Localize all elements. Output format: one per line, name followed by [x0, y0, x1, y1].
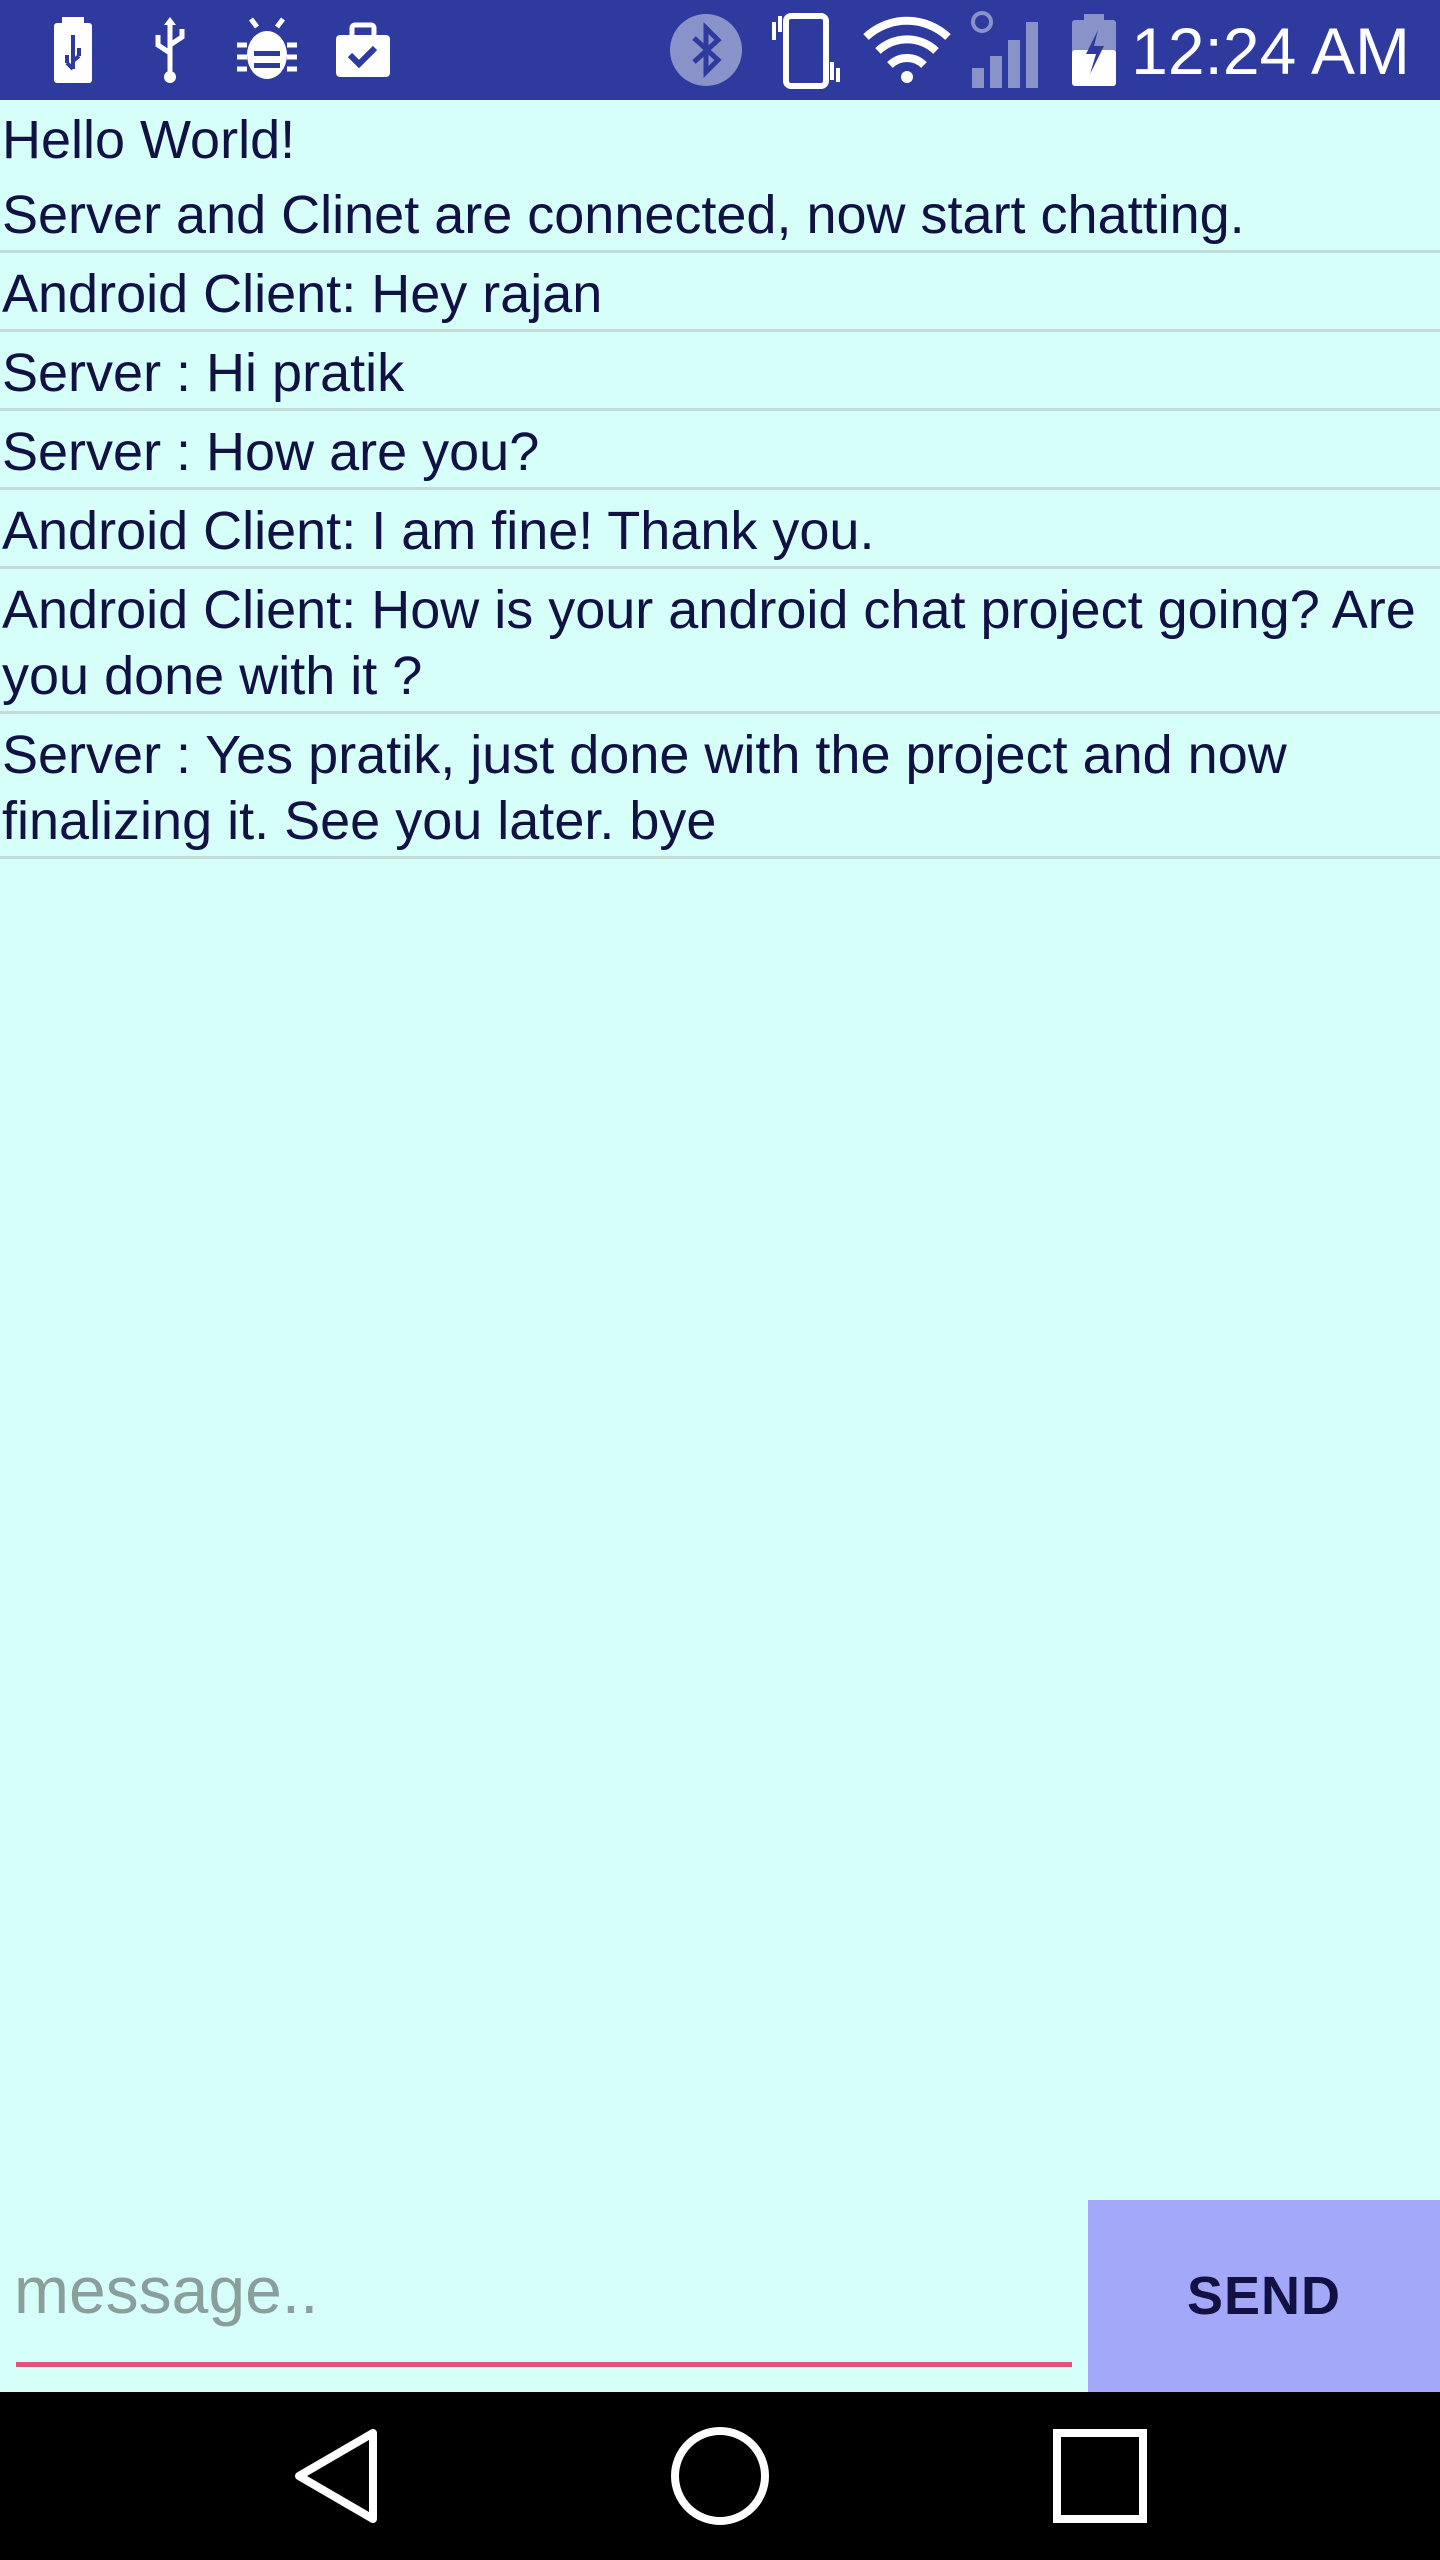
debug-bug-icon — [232, 10, 302, 90]
chat-message: Android Client: How is your android chat… — [0, 569, 1440, 714]
usb-icon — [145, 10, 195, 90]
navigation-bar — [0, 2392, 1440, 2560]
wifi-icon — [862, 10, 952, 90]
work-briefcase-icon — [332, 10, 394, 90]
cellular-signal-icon — [966, 10, 1050, 90]
battery-usb-icon — [50, 10, 100, 90]
chat-message: Server and Clinet are connected, now sta… — [0, 176, 1440, 253]
message-input[interactable] — [14, 2240, 1072, 2340]
vibrate-icon — [766, 10, 846, 90]
bluetooth-icon — [668, 10, 744, 90]
chat-message: Server : Yes pratik, just done with the … — [0, 714, 1440, 859]
status-bar: 12:24 AM — [0, 0, 1440, 100]
recents-icon[interactable] — [1040, 2416, 1160, 2536]
chat-transcript: Hello World! Server and Clinet are conne… — [0, 100, 1440, 859]
message-composer — [0, 2200, 1088, 2392]
input-underline — [16, 2362, 1072, 2367]
chat-message: Server : Hi pratik — [0, 332, 1440, 411]
chat-message: Android Client: Hey rajan — [0, 253, 1440, 332]
home-icon[interactable] — [660, 2416, 780, 2536]
battery-charging-icon — [1066, 10, 1122, 90]
chat-message: Server : How are you? — [0, 411, 1440, 490]
send-button[interactable]: SEND — [1088, 2200, 1440, 2392]
chat-message: Android Client: I am fine! Thank you. — [0, 490, 1440, 569]
back-icon[interactable] — [280, 2416, 400, 2536]
greeting-text: Hello World! — [2, 110, 296, 170]
clock-time: 12:24 AM — [1131, 14, 1410, 88]
